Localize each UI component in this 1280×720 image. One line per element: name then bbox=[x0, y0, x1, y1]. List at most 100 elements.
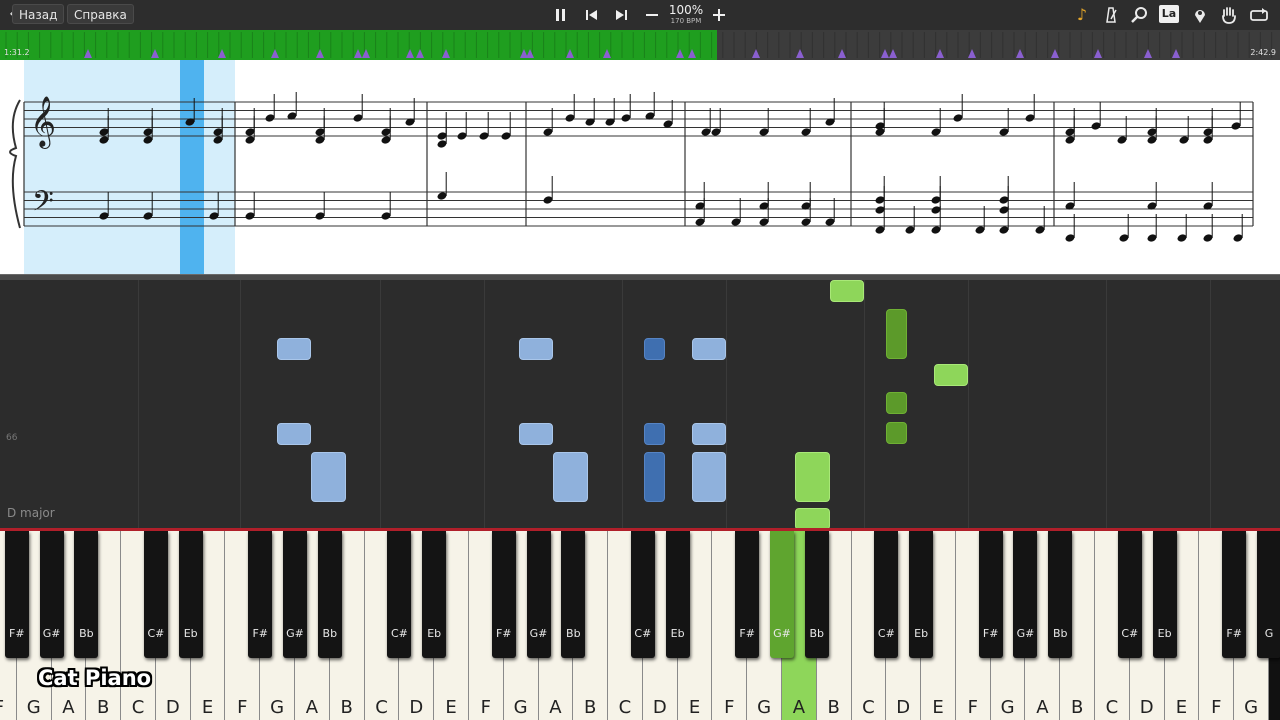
falling-note bbox=[311, 452, 346, 502]
black-key[interactable]: C# bbox=[1117, 531, 1142, 658]
black-key[interactable]: C# bbox=[874, 531, 899, 658]
hand-icon[interactable] bbox=[1218, 5, 1240, 25]
falling-note bbox=[795, 452, 830, 502]
black-key[interactable]: F# bbox=[1222, 531, 1247, 658]
black-key[interactable]: C# bbox=[143, 531, 168, 658]
black-key-label: G bbox=[1264, 627, 1274, 640]
skip-forward-icon[interactable] bbox=[611, 5, 631, 25]
timeline-marks bbox=[5, 32, 1273, 58]
black-key-label: Eb bbox=[1157, 627, 1172, 640]
black-key[interactable]: C# bbox=[630, 531, 655, 658]
black-key[interactable]: F# bbox=[735, 531, 760, 658]
black-key[interactable]: Eb bbox=[178, 531, 203, 658]
black-key[interactable]: G# bbox=[526, 531, 551, 658]
black-key[interactable]: F# bbox=[4, 531, 29, 658]
metronome-icon[interactable] bbox=[1100, 5, 1122, 25]
help-button[interactable]: Справка bbox=[67, 4, 134, 24]
black-key[interactable]: F# bbox=[248, 531, 273, 658]
white-key-label: G bbox=[513, 697, 528, 718]
black-key[interactable]: F# bbox=[978, 531, 1003, 658]
black-key-label: C# bbox=[147, 627, 165, 640]
black-key[interactable]: Bb bbox=[74, 531, 99, 658]
timeline-marker bbox=[1016, 49, 1024, 58]
black-key[interactable]: G# bbox=[770, 531, 794, 658]
black-key-label: Eb bbox=[183, 627, 198, 640]
black-key[interactable]: G# bbox=[39, 531, 64, 658]
falling-note bbox=[692, 452, 726, 502]
timeline-marker bbox=[416, 49, 424, 58]
timeline-marker bbox=[796, 49, 804, 58]
white-key-label: E bbox=[688, 697, 701, 718]
timeline-end-time: 2:42.9 bbox=[1250, 48, 1276, 57]
black-key[interactable]: Bb bbox=[1048, 531, 1073, 658]
black-key-label: C# bbox=[1121, 627, 1139, 640]
black-key-label: G# bbox=[773, 627, 791, 640]
tempo-bpm: 170 BPM bbox=[670, 17, 702, 25]
timeline-marker bbox=[316, 49, 324, 58]
roll-gridline bbox=[380, 280, 381, 528]
black-key[interactable]: G# bbox=[283, 531, 308, 658]
white-key-label: B bbox=[827, 697, 840, 718]
falling-note bbox=[934, 364, 968, 386]
cat-piano-logo: Cat Piano bbox=[38, 666, 152, 690]
black-key[interactable]: Eb bbox=[665, 531, 690, 658]
back-button[interactable]: Назад bbox=[12, 4, 65, 24]
timeline-marker bbox=[1051, 49, 1059, 58]
black-key[interactable]: Bb bbox=[317, 531, 342, 658]
black-key-label: G# bbox=[529, 627, 548, 640]
timeline-scrubber[interactable]: 1:31.2 2:42.9 bbox=[0, 30, 1280, 60]
white-key-label: D bbox=[896, 697, 911, 718]
falling-note bbox=[886, 392, 907, 414]
tempo-minus-icon[interactable] bbox=[642, 5, 662, 25]
white-key-label: B bbox=[584, 697, 597, 718]
location-pin-icon[interactable] bbox=[1189, 5, 1211, 25]
white-key-label: F bbox=[237, 697, 248, 718]
treble-clef: 𝄞 bbox=[30, 96, 56, 149]
loop-icon[interactable] bbox=[1248, 5, 1270, 25]
black-key[interactable]: G bbox=[1256, 531, 1280, 658]
timeline-marker bbox=[889, 49, 897, 58]
falling-note bbox=[644, 338, 665, 360]
black-key-label: Eb bbox=[914, 627, 929, 640]
timeline-marker bbox=[881, 49, 889, 58]
black-key[interactable]: Bb bbox=[804, 531, 829, 658]
black-key[interactable]: Eb bbox=[909, 531, 934, 658]
roll-gridline bbox=[138, 280, 139, 528]
white-key-label: C bbox=[375, 697, 388, 718]
falling-note bbox=[692, 338, 726, 360]
white-key-label: E bbox=[932, 697, 944, 718]
toolbar: ‹ Назад Справка 100% 170 BPM ♪ La bbox=[0, 0, 1280, 31]
timeline-marker bbox=[566, 49, 574, 58]
music-note-icon[interactable]: ♪ bbox=[1071, 5, 1093, 25]
search-icon[interactable] bbox=[1129, 5, 1151, 25]
white-key-label: E bbox=[201, 697, 214, 718]
white-key-label: A bbox=[549, 697, 562, 718]
skip-back-icon[interactable] bbox=[582, 5, 602, 25]
white-key-label: C bbox=[862, 697, 875, 718]
pause-icon[interactable] bbox=[551, 5, 571, 25]
black-key-label: F# bbox=[739, 627, 755, 640]
timeline-marker bbox=[354, 49, 362, 58]
black-key[interactable]: G# bbox=[1013, 531, 1038, 658]
sheet-music[interactable]: 𝄞 𝄢 bbox=[0, 60, 1280, 274]
black-key-label: Eb bbox=[670, 627, 685, 640]
falling-note bbox=[644, 452, 665, 502]
timeline-marker bbox=[362, 49, 370, 58]
black-key-label: G# bbox=[42, 627, 61, 640]
black-key-label: F# bbox=[252, 627, 269, 640]
black-key[interactable]: F# bbox=[491, 531, 516, 658]
note-names-icon[interactable]: La bbox=[1159, 5, 1179, 23]
black-key[interactable]: Bb bbox=[561, 531, 586, 658]
falling-note bbox=[519, 423, 553, 445]
timeline-start-time: 1:31.2 bbox=[4, 48, 30, 57]
white-key-label: F bbox=[0, 696, 16, 720]
piano-keyboard[interactable]: FGABCDEFGABCDEFGABCDEFGABCDEFGABCDEFGF#G… bbox=[0, 531, 1280, 720]
key-signature-label: D major bbox=[7, 506, 55, 520]
black-key[interactable]: C# bbox=[387, 531, 412, 658]
white-key-label: G bbox=[1000, 697, 1015, 718]
falling-note bbox=[886, 309, 907, 359]
black-key-label: Bb bbox=[1052, 627, 1068, 640]
black-key[interactable]: Eb bbox=[1152, 531, 1177, 658]
tempo-plus-icon[interactable] bbox=[709, 5, 729, 25]
black-key[interactable]: Eb bbox=[422, 531, 447, 658]
